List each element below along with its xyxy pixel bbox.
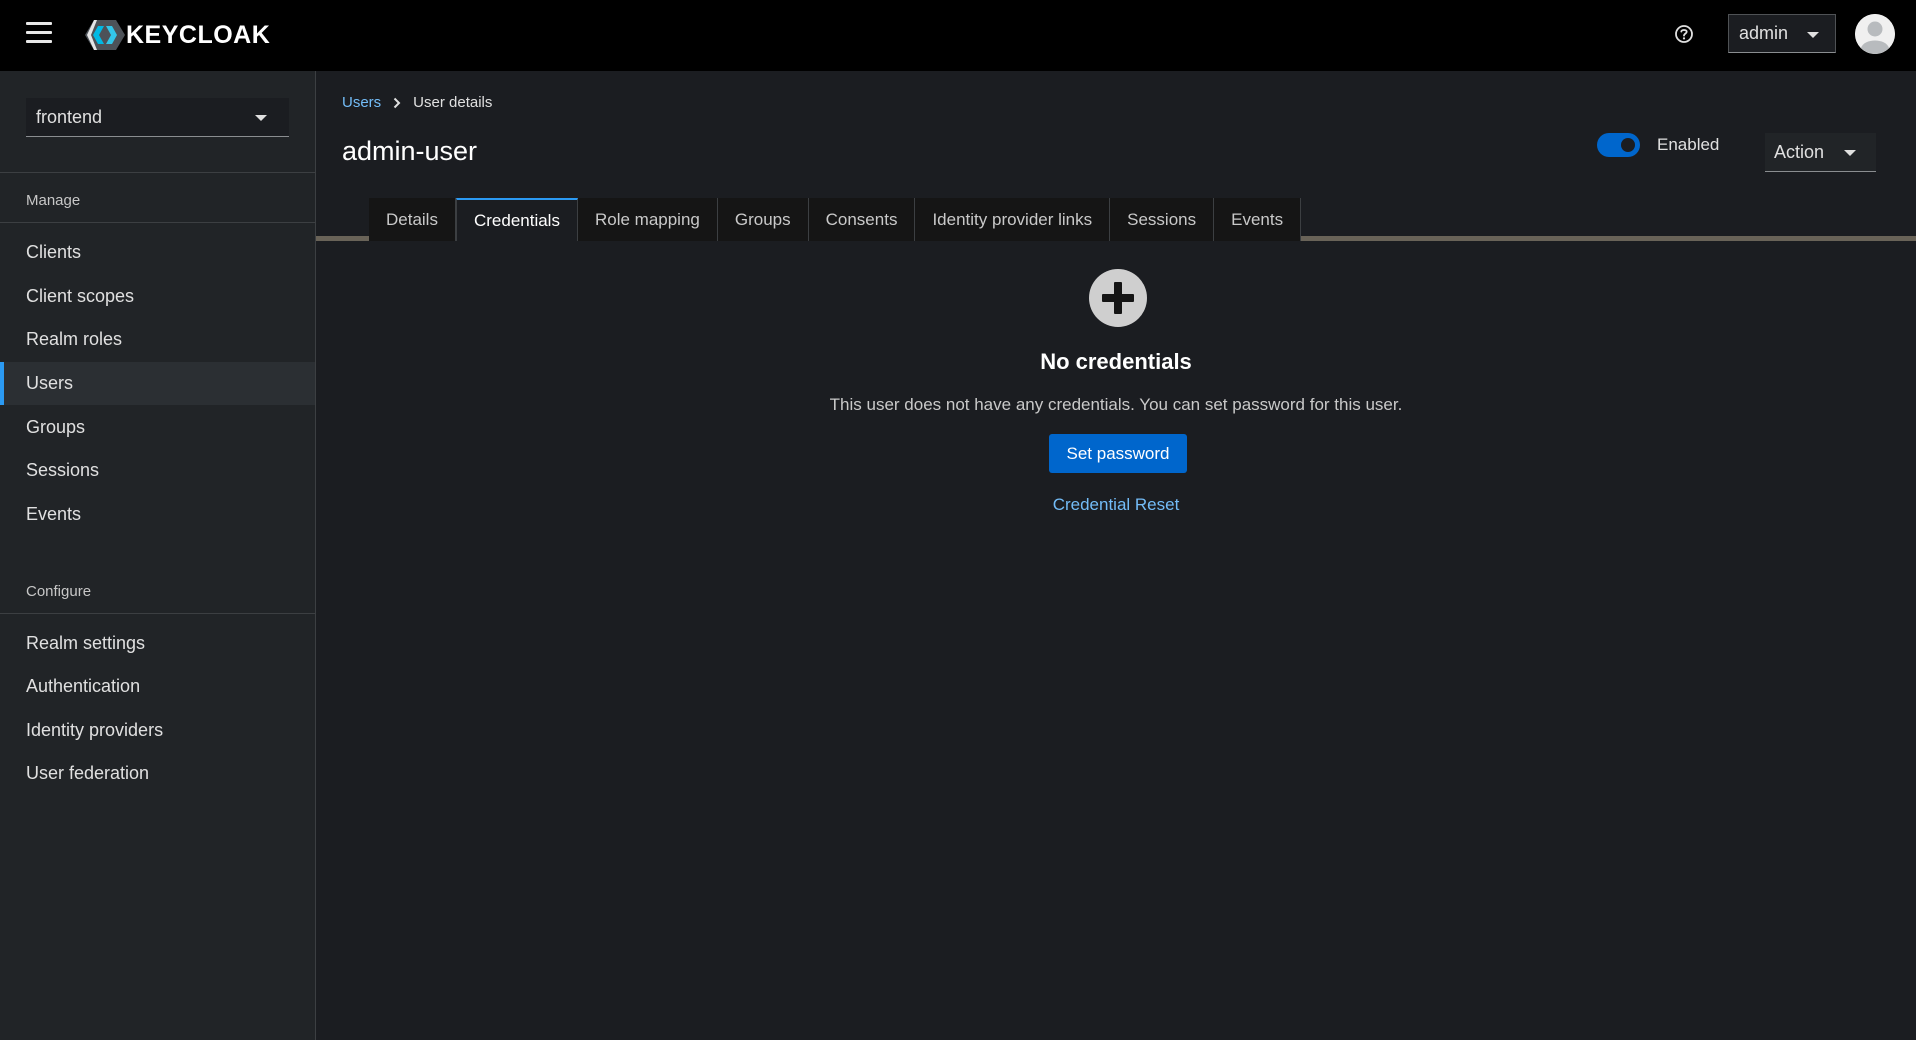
tab-sessions[interactable]: Sessions: [1110, 198, 1215, 241]
tab-details[interactable]: Details: [369, 198, 456, 241]
enabled-toggle-label: Enabled: [1657, 135, 1720, 154]
keycloak-logo-icon: [85, 20, 125, 50]
sidebar-item-users[interactable]: Users: [0, 362, 315, 405]
tab-consents[interactable]: Consents: [808, 198, 916, 241]
chevron-right-icon: [393, 97, 401, 108]
sidebar-item-realm-roles[interactable]: Realm roles: [0, 318, 315, 361]
logo-text: KEYCLOAK: [126, 20, 271, 49]
sidebar-item-user-federation[interactable]: User federation: [0, 752, 315, 795]
sidebar-divider: [0, 613, 316, 614]
plus-circle-icon: [1089, 269, 1147, 327]
page-title: admin-user: [342, 136, 478, 166]
breadcrumb: Users User details: [342, 94, 492, 111]
credential-reset-button[interactable]: Credential Reset: [1053, 495, 1180, 514]
hamburger-icon[interactable]: [26, 22, 52, 44]
user-menu-dropdown[interactable]: admin: [1728, 14, 1836, 53]
user-menu-label: admin: [1739, 23, 1789, 43]
keycloak-logo[interactable]: KEYCLOAK: [84, 18, 270, 52]
sidebar-item-identity-providers[interactable]: Identity providers: [0, 709, 315, 752]
section-title-configure: Configure: [26, 583, 92, 600]
caret-down-icon: [255, 115, 267, 121]
caret-down-icon: [1807, 32, 1819, 38]
empty-state-body: This user does not have any credentials.…: [829, 395, 1403, 414]
empty-state-title: No credentials: [1040, 349, 1192, 374]
sidebar-item-events[interactable]: Events: [0, 493, 315, 536]
breadcrumb-current: User details: [413, 94, 493, 111]
sidebar-item-sessions[interactable]: Sessions: [0, 449, 315, 492]
sidebar-item-authentication[interactable]: Authentication: [0, 665, 315, 708]
masthead: KEYCLOAK admin: [0, 0, 1916, 71]
credential-reset-link: Credential Reset: [316, 495, 1916, 515]
sidebar-item-realm-settings[interactable]: Realm settings: [0, 622, 315, 665]
realm-selector[interactable]: frontend: [26, 98, 289, 137]
tab-credentials[interactable]: Credentials: [455, 198, 578, 241]
user-tabs: Details Credentials Role mapping Groups …: [369, 198, 1302, 241]
set-password-button[interactable]: Set password: [1049, 434, 1187, 473]
user-avatar-icon[interactable]: [1855, 14, 1895, 54]
sidebar-divider: [0, 222, 316, 223]
realm-selector-value: frontend: [36, 106, 103, 127]
sidebar-divider: [0, 172, 316, 173]
toggle-knob: [1621, 138, 1635, 152]
tab-identity-provider-links[interactable]: Identity provider links: [915, 198, 1111, 241]
breadcrumb-link-users[interactable]: Users: [342, 94, 381, 111]
section-title-manage: Manage: [26, 192, 81, 209]
action-dropdown-label: Action: [1774, 141, 1825, 162]
help-icon[interactable]: [1674, 24, 1694, 44]
main-content: Users User details admin-user Enabled Ac…: [316, 71, 1916, 1040]
tab-events[interactable]: Events: [1214, 198, 1302, 241]
sidebar-item-groups[interactable]: Groups: [0, 406, 315, 449]
enabled-toggle[interactable]: [1597, 133, 1640, 157]
sidebar-item-client-scopes[interactable]: Client scopes: [0, 275, 315, 318]
tab-role-mapping[interactable]: Role mapping: [577, 198, 718, 241]
sidebar-item-clients[interactable]: Clients: [0, 231, 315, 274]
action-dropdown[interactable]: Action: [1765, 133, 1876, 172]
avatar-silhouette-icon: [1855, 14, 1895, 54]
sidebar: frontend Manage Clients Client scopes Re…: [0, 71, 316, 1040]
tab-groups[interactable]: Groups: [717, 198, 809, 241]
caret-down-icon: [1844, 150, 1856, 156]
